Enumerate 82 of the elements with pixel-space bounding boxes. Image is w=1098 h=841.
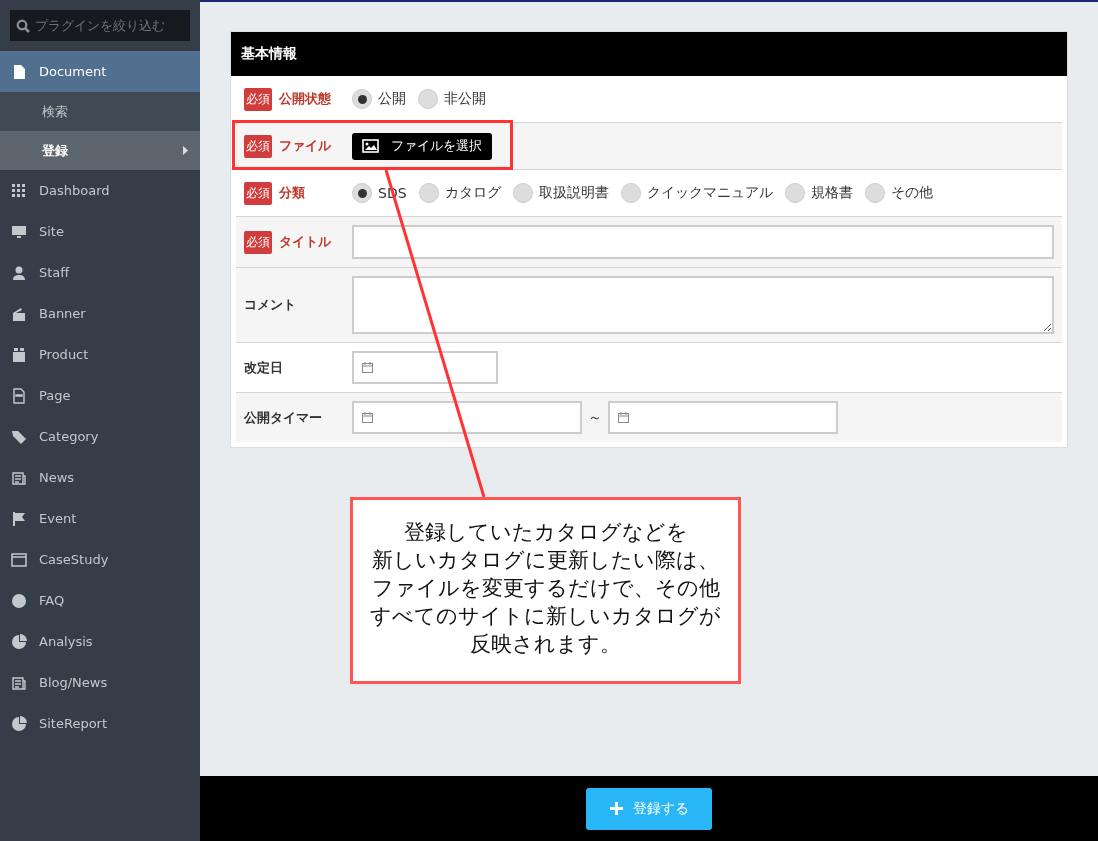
sidebar-item[interactable]: Blog/News (0, 662, 200, 703)
monitor-icon (11, 223, 27, 240)
sidebar-item[interactable]: Banner (0, 293, 200, 334)
radio-button[interactable] (784, 183, 805, 203)
field-label: ファイル (279, 137, 331, 155)
required-badge: 必須 (244, 87, 272, 111)
radio-option[interactable]: その他 (864, 183, 933, 203)
sidebar-item[interactable]: Event (0, 498, 200, 539)
sidebar-item[interactable]: News (0, 457, 200, 498)
banner-icon (11, 305, 27, 322)
field-label: コメント (244, 296, 296, 314)
radio-option[interactable]: 非公開 (418, 89, 486, 109)
date-input[interactable] (608, 401, 838, 434)
title-input[interactable] (352, 225, 1054, 259)
radio-button[interactable] (864, 183, 885, 203)
radio-option[interactable]: カタログ (418, 183, 501, 203)
option-label: 非公開 (444, 90, 486, 108)
radio-button[interactable] (620, 183, 641, 203)
sidebar-item[interactable]: FAQ (0, 580, 200, 621)
comment-textarea[interactable] (352, 276, 1054, 334)
sidebar-item[interactable]: Analysis (0, 621, 200, 662)
field-label: 分類 (279, 184, 305, 202)
radio-option[interactable]: 取扱説明書 (512, 183, 609, 203)
user-icon (11, 264, 27, 281)
field-label: 公開状態 (279, 90, 331, 108)
callout-text: 新しいカタログに更新したい際は、ファイルを変更するだけで、その他すべてのサイトに新しいカタログが反映されます。 (369, 547, 722, 658)
sidebar-item[interactable]: Document (0, 51, 200, 92)
sidebar-item[interactable]: Dashboard (0, 170, 200, 211)
option-label: クイックマニュアル (646, 184, 773, 202)
sidebar-subitem[interactable]: 登録 (0, 131, 200, 170)
sidebar-item[interactable]: Product (0, 334, 200, 375)
date-input[interactable] (352, 401, 582, 434)
grid-icon (11, 182, 27, 199)
sidebar-item[interactable]: Page (0, 375, 200, 416)
news-icon (11, 674, 27, 691)
window-icon (11, 551, 27, 568)
sidebar-item[interactable]: CaseStudy (0, 539, 200, 580)
radio-button[interactable] (418, 89, 438, 109)
field-label: 公開タイマー (244, 408, 322, 427)
callout-text: 登録していたカタログなどを (402, 519, 689, 546)
radio-option[interactable]: 公開 (352, 89, 406, 109)
radio-button[interactable] (512, 183, 533, 203)
radio-option[interactable]: クイックマニュアル (620, 183, 773, 203)
image-icon (362, 139, 379, 153)
sidebar-item[interactable]: Site (0, 211, 200, 252)
field-label: タイトル (279, 233, 331, 251)
caret-icon (183, 146, 188, 155)
calendar-icon (618, 412, 629, 423)
doc-icon (11, 63, 27, 80)
page-icon (11, 387, 27, 404)
required-badge: 必須 (244, 181, 272, 205)
option-label: 規格書 (810, 184, 853, 202)
plus-icon (609, 802, 623, 815)
option-label: 公開 (378, 90, 406, 108)
calendar-icon (362, 362, 373, 373)
radio-option[interactable]: 規格書 (784, 183, 853, 203)
option-label: 取扱説明書 (538, 184, 609, 202)
range-separator: ～ (588, 408, 602, 427)
radio-button[interactable] (352, 183, 372, 203)
news-icon (11, 469, 27, 486)
card-header: 基本情報 (231, 32, 1067, 76)
required-badge: 必須 (244, 134, 272, 158)
option-label: カタログ (444, 184, 501, 202)
flag-icon (11, 510, 27, 527)
file-select-button[interactable]: ファイルを選択 (352, 132, 492, 160)
sidebar-item[interactable]: SiteReport (0, 703, 200, 744)
field-label: 改定日 (244, 358, 283, 377)
sidebar-item[interactable]: Staff (0, 252, 200, 293)
calendar-icon (362, 412, 373, 423)
option-label: その他 (890, 184, 933, 202)
radio-button[interactable] (418, 183, 439, 203)
sidebar-item[interactable]: Category (0, 416, 200, 457)
pie-icon (11, 715, 27, 732)
search-icon (16, 19, 30, 33)
sidebar-subitem[interactable]: 検索 (0, 92, 200, 131)
pie-icon (11, 633, 27, 650)
required-badge: 必須 (244, 230, 272, 254)
tag-icon (11, 428, 27, 445)
box-icon (11, 346, 27, 363)
search-field[interactable]: プラグインを絞り込む (10, 10, 190, 41)
radio-button[interactable] (352, 89, 372, 109)
date-input[interactable] (352, 351, 498, 384)
